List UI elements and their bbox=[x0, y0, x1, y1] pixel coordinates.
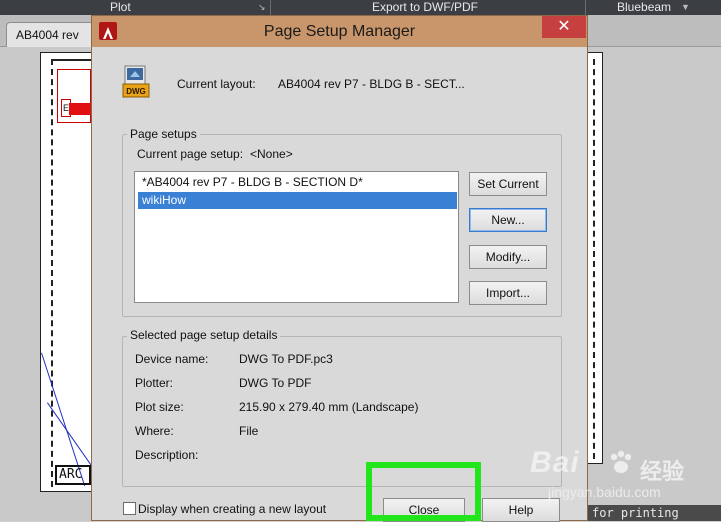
dwg-file-icon: DWG bbox=[122, 65, 150, 99]
chevron-down-icon[interactable]: ▼ bbox=[681, 0, 690, 15]
current-page-setup-label: Current page setup: bbox=[137, 147, 244, 161]
import-button[interactable]: Import... bbox=[469, 281, 547, 305]
plot-size-value: 215.90 x 279.40 mm (Landscape) bbox=[239, 400, 419, 414]
ribbon-separator bbox=[270, 0, 271, 15]
plot-size-label: Plot size: bbox=[135, 400, 184, 414]
sheet-border bbox=[51, 59, 91, 487]
description-label: Description: bbox=[135, 448, 199, 462]
device-name-value: DWG To PDF.pc3 bbox=[239, 352, 333, 366]
set-current-button[interactable]: Set Current bbox=[469, 172, 547, 196]
title-block-text: ARC bbox=[55, 465, 91, 485]
current-page-setup-value: <None> bbox=[250, 147, 293, 161]
close-button-highlight bbox=[366, 462, 481, 521]
where-label: Where: bbox=[135, 424, 174, 438]
new-button[interactable]: New... bbox=[469, 208, 547, 232]
dialog-titlebar[interactable]: Page Setup Manager ✕ bbox=[92, 16, 587, 47]
details-group-title: Selected page setup details bbox=[127, 328, 281, 342]
status-text: for printing bbox=[587, 505, 721, 521]
modify-button[interactable]: Modify... bbox=[469, 245, 547, 269]
ribbon-tab-bluebeam[interactable]: Bluebeam bbox=[617, 0, 671, 15]
chevron-down-icon[interactable]: ↘ bbox=[258, 0, 266, 15]
page-setups-list[interactable]: *AB4004 rev P7 - BLDG B - SECTION D* wik… bbox=[134, 171, 459, 303]
ribbon-tab-plot[interactable]: Plot bbox=[110, 0, 131, 15]
sheet-border bbox=[593, 59, 595, 459]
drawing-sheet-right bbox=[587, 52, 603, 464]
list-item[interactable]: wikiHow bbox=[138, 192, 457, 209]
help-button[interactable]: Help bbox=[482, 498, 560, 522]
current-layout-label: Current layout: bbox=[177, 77, 256, 91]
ribbon-separator bbox=[585, 0, 586, 15]
display-new-layout-checkbox[interactable] bbox=[123, 502, 136, 515]
close-icon[interactable]: ✕ bbox=[542, 16, 586, 38]
current-layout-value: AB4004 rev P7 - BLDG B - SECT... bbox=[278, 77, 465, 91]
dwg-icon-text: DWG bbox=[126, 87, 146, 96]
device-name-label: Device name: bbox=[135, 352, 209, 366]
title-block-red-mark bbox=[69, 103, 91, 115]
autocad-app-icon bbox=[99, 22, 117, 40]
where-value: File bbox=[239, 424, 259, 438]
page-setups-group-title: Page setups bbox=[127, 127, 200, 141]
dialog-title: Page Setup Manager bbox=[263, 23, 416, 40]
plotter-value: DWG To PDF bbox=[239, 376, 312, 390]
drawing-sheet-left: E ARC bbox=[40, 52, 100, 492]
dialog-body: DWG Current layout: AB4004 rev P7 - BLDG… bbox=[92, 47, 587, 522]
plotter-label: Plotter: bbox=[135, 376, 174, 390]
ribbon-tab-export[interactable]: Export to DWF/PDF bbox=[372, 0, 478, 15]
list-item[interactable]: *AB4004 rev P7 - BLDG B - SECTION D* bbox=[138, 174, 457, 191]
ribbon-bar: Plot ↘ Export to DWF/PDF Bluebeam ▼ bbox=[0, 0, 721, 15]
page-setup-manager-dialog: Page Setup Manager ✕ DWG Current layout:… bbox=[91, 15, 588, 522]
display-new-layout-label[interactable]: Display when creating a new layout bbox=[138, 502, 326, 516]
